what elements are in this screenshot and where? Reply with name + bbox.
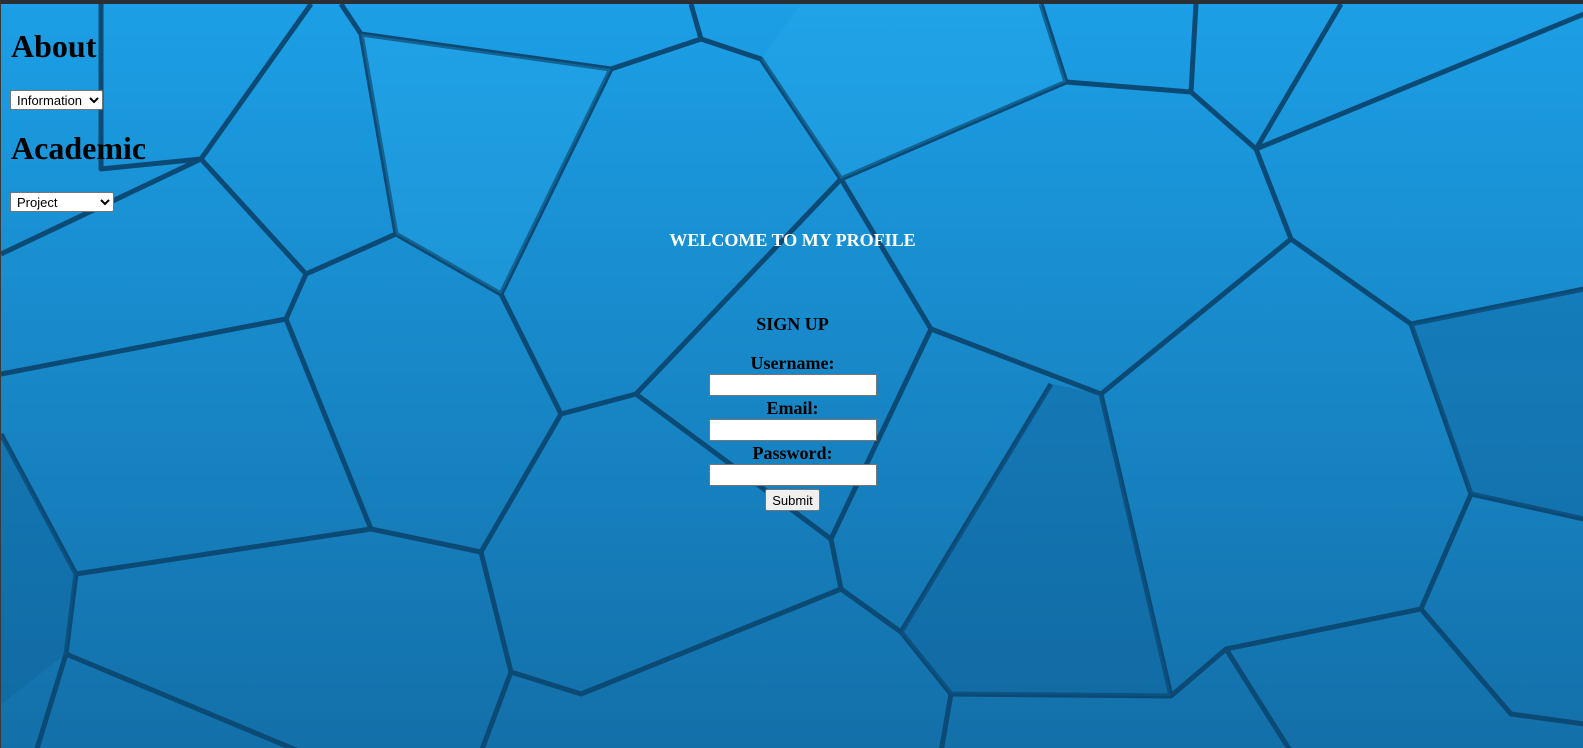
about-dropdown[interactable]: Information <box>10 90 103 110</box>
username-label: Username: <box>750 353 835 373</box>
academic-heading: Academic <box>11 130 147 166</box>
page: About Information Academic Project WELCO… <box>0 0 1583 748</box>
signup-heading: SIGN UP <box>756 314 829 334</box>
email-label: Email: <box>766 398 819 418</box>
submit-button[interactable]: Submit <box>765 489 820 511</box>
password-label: Password: <box>752 443 833 463</box>
email-input[interactable] <box>708 419 877 441</box>
welcome-heading: WELCOME TO MY PROFILE <box>669 230 916 250</box>
username-input[interactable] <box>708 374 877 396</box>
about-heading: About <box>11 28 97 64</box>
password-input[interactable] <box>708 464 877 486</box>
academic-dropdown[interactable]: Project <box>10 192 114 212</box>
signup-form: SIGN UP Username: Email: Password: Submi… <box>1 312 1583 511</box>
